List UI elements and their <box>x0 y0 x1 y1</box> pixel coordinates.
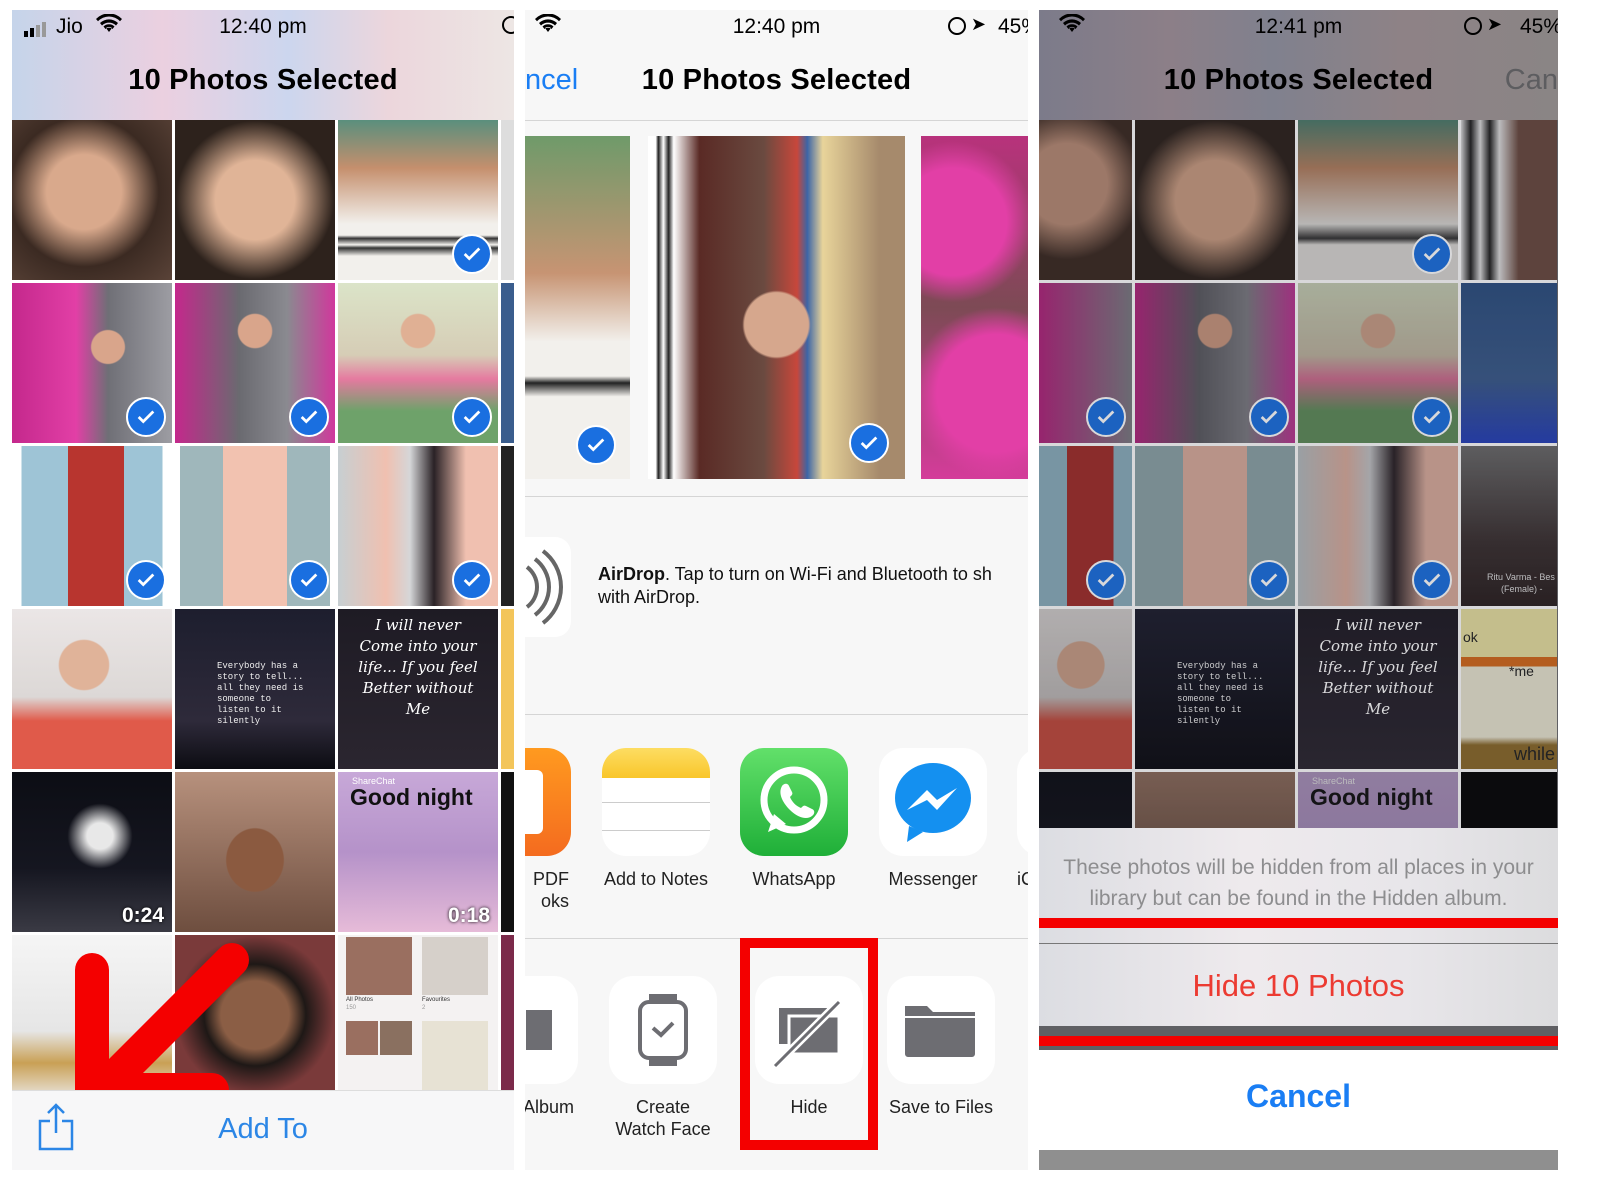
status-bar: Jio 12:40 pm <box>12 10 514 44</box>
share-app-messenger[interactable]: Messenger <box>879 748 987 890</box>
cancel-button[interactable]: Can <box>1505 64 1558 97</box>
good-night-text: Good night <box>350 784 473 810</box>
selected-checkmark-icon <box>126 560 166 600</box>
photo-thumbnail[interactable] <box>175 446 335 606</box>
photo-thumbnail[interactable] <box>12 609 172 769</box>
preview-photo[interactable] <box>921 136 1028 479</box>
photo-thumbnail[interactable] <box>12 120 172 280</box>
status-time: 12:40 pm <box>219 15 307 38</box>
nav-bar: ncel 10 Photos Selected <box>525 44 1028 120</box>
selected-checkmark-icon <box>849 423 889 463</box>
rotation-lock-icon <box>948 17 966 35</box>
home-indicator-bar <box>1039 1150 1558 1170</box>
location-icon: ➤ <box>970 14 986 34</box>
photo-thumbnail-partial[interactable] <box>501 283 514 443</box>
album-count: 2 <box>422 1005 426 1011</box>
photos-selection-panel: Jio 12:40 pm 10 Photos Selected Everybod… <box>12 10 514 1170</box>
photo-thumbnail[interactable]: Everybody has a story to tell... all the… <box>175 609 335 769</box>
annotation-underline <box>1039 1036 1558 1046</box>
video-thumbnail[interactable]: ShareChat Good night 0:18 <box>338 772 498 932</box>
page-title: 10 Photos Selected <box>1163 64 1434 96</box>
photo-thumbnail-partial[interactable] <box>501 935 514 1095</box>
selected-checkmark-icon <box>289 397 329 437</box>
cancel-action-button[interactable]: Cancel <box>1039 1050 1558 1150</box>
photo-thumbnail-partial[interactable] <box>501 772 514 932</box>
share-app-notes[interactable]: Add to Notes <box>602 748 710 890</box>
airdrop-bold: AirDrop <box>598 564 665 584</box>
album-icon <box>525 976 578 1084</box>
page-title: 10 Photos Selected <box>128 64 398 96</box>
action-create-watch-face[interactable]: Create Watch Face <box>609 976 717 1140</box>
action-add-to-album[interactable]: Album <box>525 976 578 1118</box>
notes-icon <box>602 748 710 856</box>
share-app-books[interactable]: PDF oks <box>525 748 571 912</box>
photo-thumbnail[interactable]: All Photos 150 Favourites 2 <box>338 935 498 1095</box>
messenger-icon <box>879 748 987 856</box>
photo-thumbnail-partial[interactable] <box>501 120 514 280</box>
photo-thumbnail[interactable] <box>175 283 335 443</box>
whatsapp-icon <box>740 748 848 856</box>
share-app-whatsapp[interactable]: WhatsApp <box>740 748 848 890</box>
album-count: 150 <box>346 1005 357 1011</box>
photo-thumbnail[interactable] <box>175 120 335 280</box>
preview-photo[interactable] <box>648 136 905 479</box>
battery-percent: 45% <box>1519 15 1558 38</box>
quote-text: I will never Come into your life... If y… <box>358 616 478 718</box>
action-sheet: These photos will be hidden from all pla… <box>1039 828 1558 1046</box>
quote-text: Everybody has a story to tell... all the… <box>217 661 304 726</box>
nav-bar: 10 Photos Selected Can <box>1039 44 1558 120</box>
rotation-lock-icon <box>1464 17 1482 35</box>
nav-bar: 10 Photos Selected <box>12 44 514 120</box>
photo-thumbnail[interactable] <box>12 283 172 443</box>
divider <box>525 496 1028 497</box>
photo-thumbnail-partial[interactable] <box>501 446 514 606</box>
bottom-toolbar: Add To <box>12 1090 514 1170</box>
icloud-icon <box>1017 748 1028 856</box>
books-icon <box>525 748 571 856</box>
photo-thumbnail[interactable]: I will never Come into your life... If y… <box>338 609 498 769</box>
selected-checkmark-icon <box>289 560 329 600</box>
annotation-highlight-box <box>740 938 878 1150</box>
divider <box>525 714 1028 715</box>
photo-thumbnail[interactable] <box>338 120 498 280</box>
page-title: 10 Photos Selected <box>641 64 912 96</box>
photo-thumbnail[interactable] <box>338 283 498 443</box>
selected-checkmark-icon <box>576 425 616 465</box>
album-label: Favourites <box>422 997 451 1003</box>
status-bar: 12:40 pm ➤ 45% <box>525 10 1028 44</box>
folder-icon <box>887 976 995 1084</box>
share-sheet-panel: 12:40 pm ➤ 45% ncel 10 Photos Selected A… <box>525 10 1028 1170</box>
video-thumbnail[interactable]: 0:24 <box>12 772 172 932</box>
annotation-arrow <box>75 943 249 1107</box>
photo-thumbnail-partial[interactable] <box>501 609 514 769</box>
divider <box>525 120 1028 121</box>
share-app-icloud[interactable]: iC <box>1017 748 1028 890</box>
selected-checkmark-icon <box>452 234 492 274</box>
preview-photo[interactable] <box>525 136 630 479</box>
photo-thumbnail[interactable] <box>12 446 172 606</box>
action-sheet-message: These photos will be hidden from all pla… <box>1063 856 1534 910</box>
annotation-underline <box>1039 918 1558 928</box>
battery-percent: 45% <box>997 15 1028 38</box>
status-bar: 12:41 pm ➤ 45% <box>1039 10 1558 44</box>
album-label: All Photos <box>346 997 374 1003</box>
airdrop-icon[interactable] <box>525 537 571 637</box>
photo-thumbnail[interactable] <box>338 446 498 606</box>
selected-checkmark-icon <box>126 397 166 437</box>
rotation-lock-icon <box>502 16 514 34</box>
selected-checkmark-icon <box>452 560 492 600</box>
hide-confirmation-panel: 12:41 pm ➤ 45% 10 Photos Selected Can Ri… <box>1039 10 1558 1170</box>
video-duration: 0:18 <box>447 904 490 927</box>
selected-checkmark-icon <box>452 397 492 437</box>
hide-photos-button[interactable]: Hide 10 Photos <box>1039 968 1558 1004</box>
watch-icon <box>609 976 717 1084</box>
video-duration: 0:24 <box>121 904 164 927</box>
divider <box>1039 943 1558 944</box>
location-icon: ➤ <box>1486 14 1502 34</box>
airdrop-message[interactable]: AirDrop. Tap to turn on Wi-Fi and Blueto… <box>598 563 992 609</box>
add-to-button[interactable]: Add To <box>12 1113 514 1146</box>
photo-thumbnail[interactable] <box>175 772 335 932</box>
action-save-to-files[interactable]: Save to Files <box>887 976 995 1118</box>
